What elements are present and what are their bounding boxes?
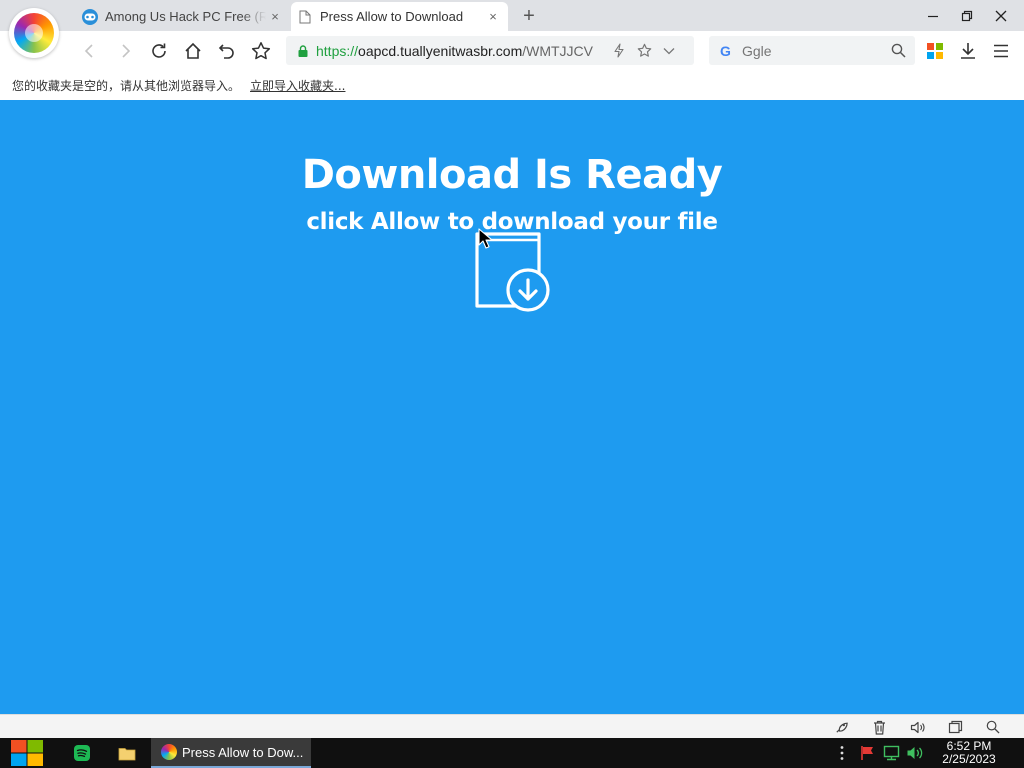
tab-among-us[interactable]: Among Us Hack PC Free (R... × xyxy=(76,2,290,31)
address-bar[interactable]: https://oapcd.tuallyenitwasbr.com/WMTJJC… xyxy=(286,36,694,65)
page-title: Download Is Ready xyxy=(301,152,723,198)
bookmarks-bar: 您的收藏夹是空的，请从其他浏览器导入。 立即导入收藏夹... xyxy=(0,70,1024,100)
bookmarks-empty-message: 您的收藏夹是空的，请从其他浏览器导入。 xyxy=(12,78,241,93)
sound-icon[interactable] xyxy=(907,718,927,736)
window-icon[interactable] xyxy=(945,718,965,736)
tab-strip: Among Us Hack PC Free (R... × Press Allo… xyxy=(0,0,1024,31)
url-host: oapcd.tuallyenitwasbr.com xyxy=(358,42,523,59)
undo-close-tab-button[interactable] xyxy=(214,38,240,64)
apps-icon[interactable] xyxy=(922,38,948,64)
search-input[interactable] xyxy=(742,42,886,59)
close-window-button[interactable] xyxy=(984,0,1018,31)
folder-icon[interactable] xyxy=(114,741,140,765)
import-bookmarks-link[interactable]: 立即导入收藏夹... xyxy=(250,77,345,94)
zoom-icon[interactable] xyxy=(983,718,1003,736)
flag-icon[interactable] xyxy=(858,743,878,763)
spotify-icon[interactable] xyxy=(69,741,95,765)
undo-icon xyxy=(218,44,234,59)
lightning-icon[interactable] xyxy=(607,39,631,63)
taskbar-window-label: Press Allow to Dow... xyxy=(182,744,304,760)
status-bar xyxy=(0,714,1024,738)
forward-button[interactable] xyxy=(112,38,138,64)
taskbar: Press Allow to Dow... 6:52 PM 2/25/2023 xyxy=(0,738,1024,768)
windows-start-icon[interactable] xyxy=(9,738,45,768)
url-scheme: https:// xyxy=(316,42,359,59)
tray-overflow-icon[interactable] xyxy=(832,743,852,763)
tab-press-allow[interactable]: Press Allow to Download × xyxy=(291,2,508,31)
lock-icon[interactable] xyxy=(296,44,310,58)
accelerate-icon[interactable] xyxy=(831,718,851,736)
taskbar-window-button[interactable]: Press Allow to Dow... xyxy=(151,738,311,768)
network-icon[interactable] xyxy=(881,743,901,763)
back-button[interactable] xyxy=(77,38,103,64)
tab-title: Press Allow to Download xyxy=(320,9,464,24)
tab-title: Among Us Hack PC Free (R... xyxy=(105,9,266,24)
trash-icon[interactable] xyxy=(869,718,889,736)
browser-logo-icon xyxy=(161,744,177,760)
home-icon xyxy=(185,42,201,59)
bookmark-star-icon[interactable] xyxy=(632,39,656,63)
search-icon[interactable] xyxy=(886,39,910,63)
document-favicon-icon xyxy=(297,9,313,25)
gamepad-favicon-icon xyxy=(82,8,98,25)
download-icon[interactable] xyxy=(955,38,981,64)
page-content: Download Is Ready click Allow to downloa… xyxy=(0,100,1024,714)
url-text[interactable]: https://oapcd.tuallyenitwasbr.com/WMTJJC… xyxy=(316,43,606,59)
minimize-button[interactable] xyxy=(916,0,950,31)
star-icon xyxy=(251,42,271,60)
restore-button[interactable] xyxy=(950,0,984,31)
url-path: /WMTJJCV xyxy=(522,42,593,59)
menu-icon[interactable] xyxy=(988,38,1014,64)
mouse-cursor-icon xyxy=(478,228,492,249)
reload-button[interactable] xyxy=(146,38,172,64)
browser-logo-icon[interactable] xyxy=(9,8,59,58)
tab-close-button[interactable]: × xyxy=(484,8,502,26)
google-icon: G xyxy=(720,42,731,59)
chevron-down-icon[interactable] xyxy=(657,39,681,63)
forward-icon xyxy=(122,44,131,58)
reload-icon xyxy=(152,43,166,58)
new-tab-button[interactable]: + xyxy=(518,5,540,27)
system-clock[interactable]: 6:52 PM 2/25/2023 xyxy=(930,740,1008,766)
clock-date: 2/25/2023 xyxy=(942,752,996,766)
volume-icon[interactable] xyxy=(904,743,924,763)
favorites-button[interactable] xyxy=(248,38,274,64)
tab-close-button[interactable]: × xyxy=(266,8,284,26)
toolbar: https://oapcd.tuallyenitwasbr.com/WMTJJC… xyxy=(0,31,1024,70)
home-button[interactable] xyxy=(180,38,206,64)
back-icon xyxy=(84,44,93,58)
search-box[interactable]: G xyxy=(709,36,915,65)
page-subtitle: click Allow to download your file xyxy=(306,209,718,235)
